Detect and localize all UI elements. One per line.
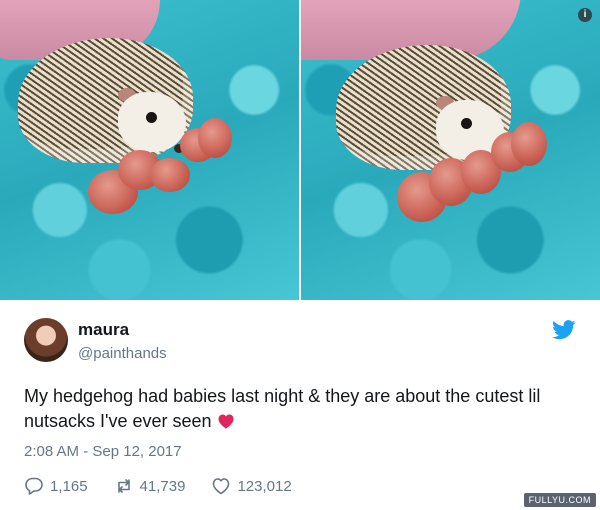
display-name[interactable]: maura (78, 320, 129, 340)
retweet-icon (117, 479, 130, 493)
reply-button[interactable]: 1,165 (24, 476, 88, 496)
tweet-actions: 1,165 41,739 123,012 (24, 475, 318, 497)
tweet-text: My hedgehog had babies last night & they… (24, 384, 576, 434)
user-handle[interactable]: @painthands (78, 345, 167, 362)
hedgehog-photo-left[interactable] (0, 0, 299, 300)
like-button[interactable]: 123,012 (211, 476, 292, 496)
reply-count: 1,165 (50, 477, 88, 495)
hedgehog-eye (146, 112, 157, 123)
heart-icon (213, 478, 230, 495)
info-icon[interactable]: i (578, 8, 592, 22)
twitter-bird-icon[interactable] (552, 320, 576, 340)
avatar[interactable] (24, 318, 68, 362)
baby-hedgehog (198, 118, 232, 158)
baby-hedgehog (511, 122, 547, 166)
heart-emoji-icon (218, 414, 234, 429)
baby-hedgehog (150, 158, 190, 192)
like-count: 123,012 (237, 477, 292, 495)
tweet-media[interactable]: i (0, 0, 600, 300)
retweet-button[interactable]: 41,739 (114, 476, 186, 496)
tweet-timestamp[interactable]: 2:08 AM - Sep 12, 2017 (24, 443, 182, 460)
retweet-count: 41,739 (139, 477, 186, 495)
site-watermark: FULLYU.COM (523, 493, 596, 507)
hedgehog-photo-right[interactable]: i (301, 0, 600, 300)
tweet-text-body: My hedgehog had babies last night & they… (24, 386, 541, 431)
reply-icon (25, 477, 43, 495)
hedgehog-eye (461, 118, 472, 129)
